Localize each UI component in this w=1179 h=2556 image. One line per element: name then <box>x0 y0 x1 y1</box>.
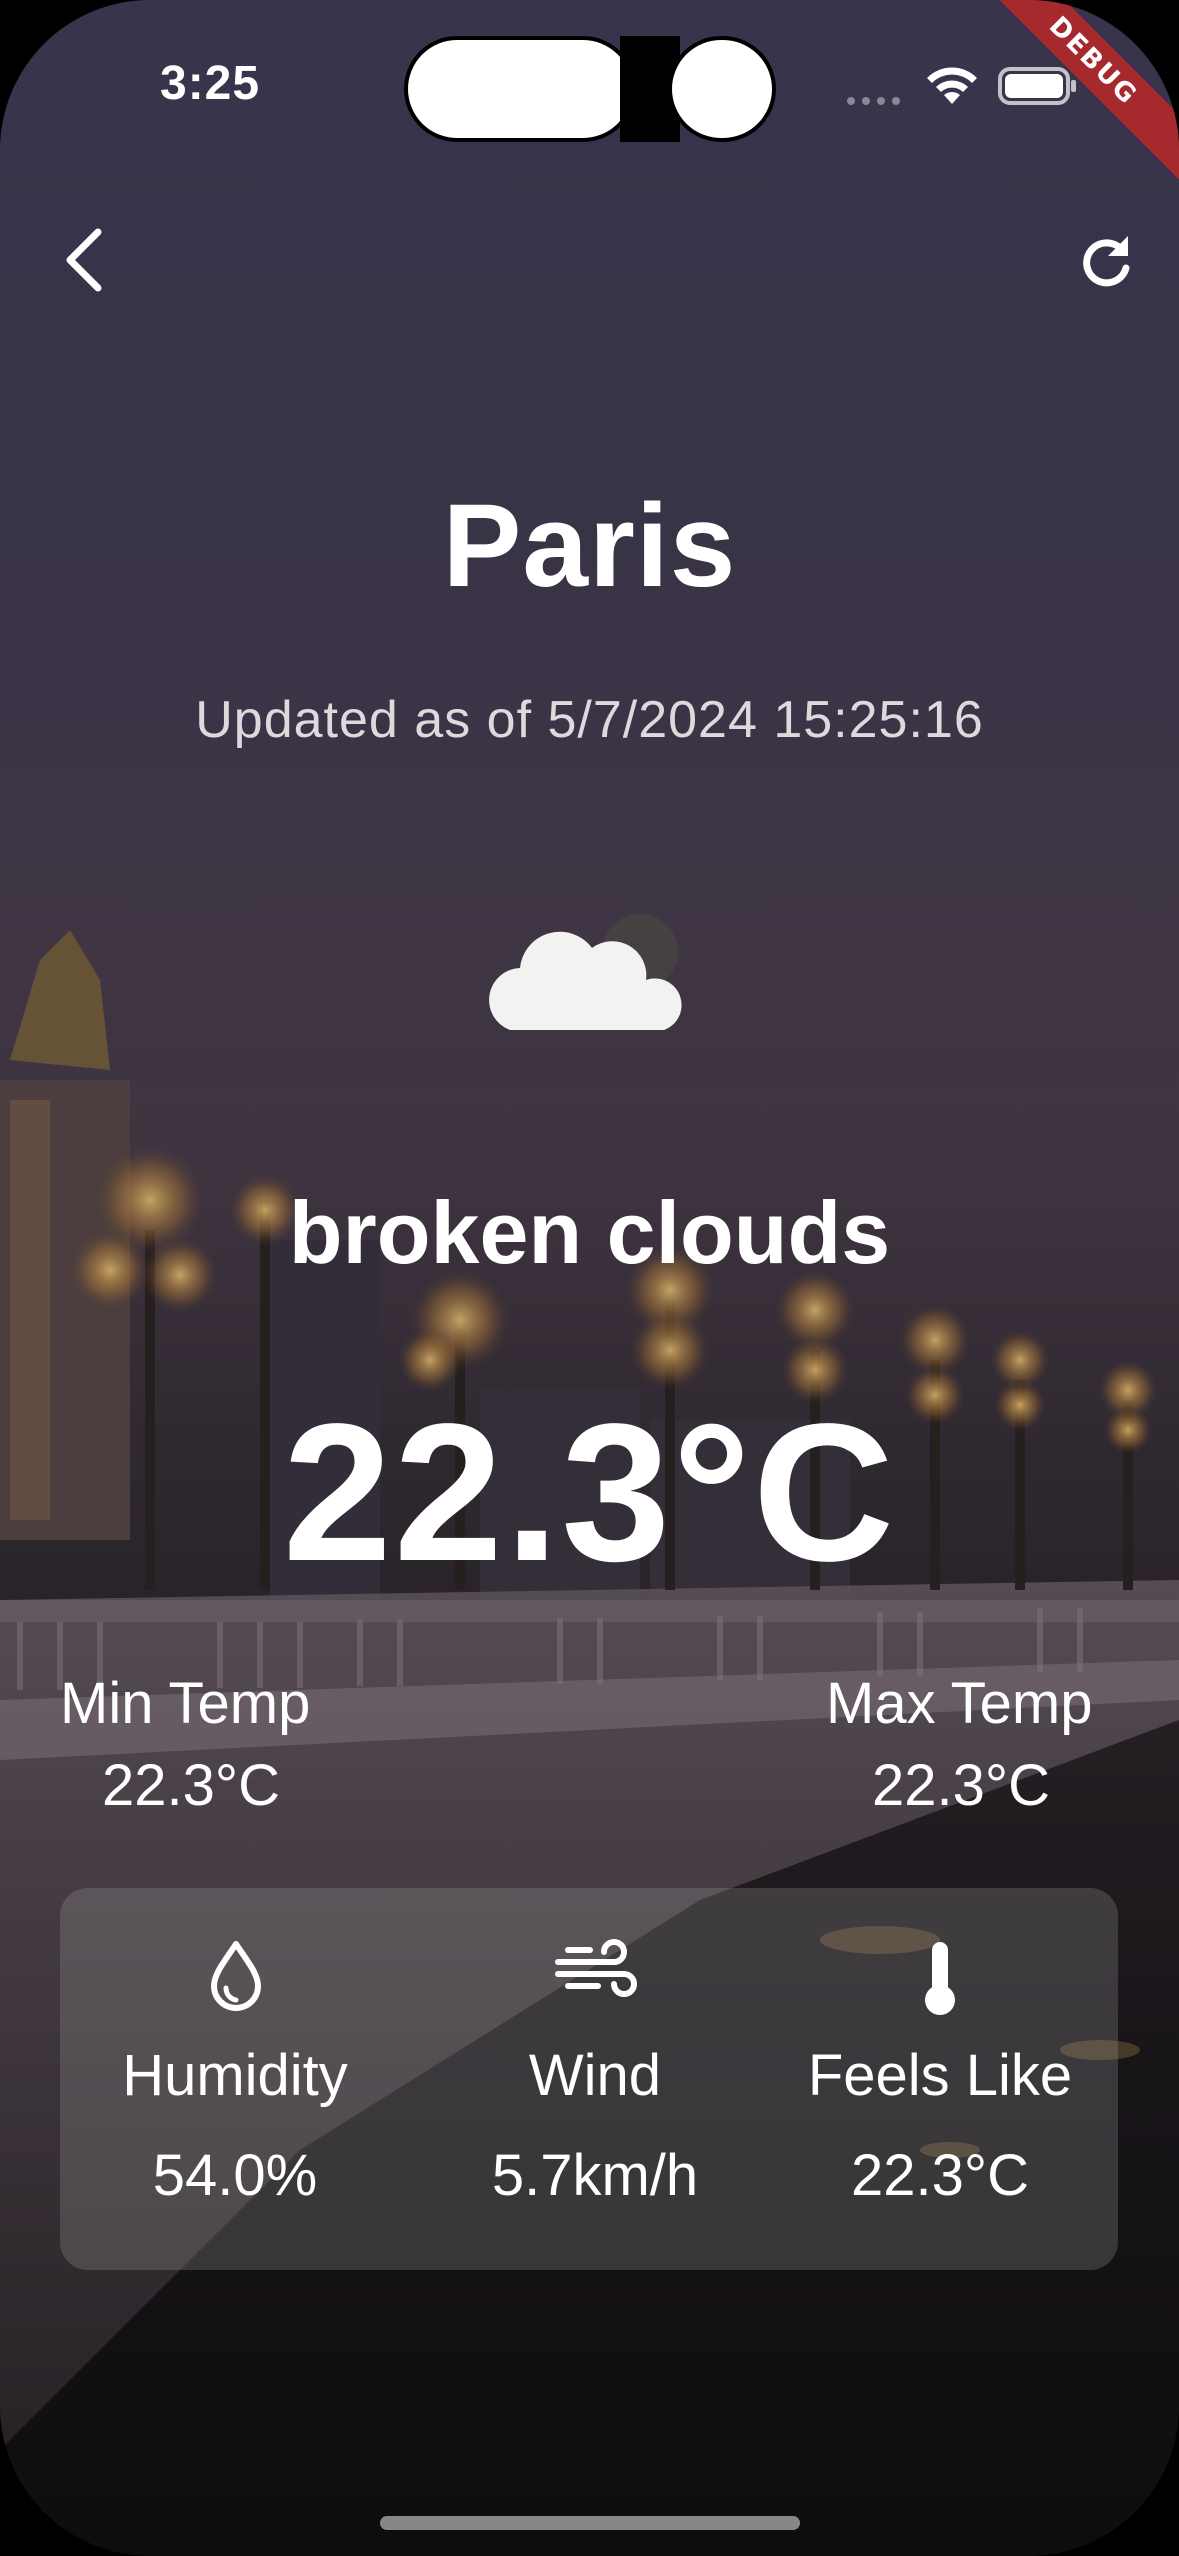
camera-cutout <box>668 36 776 142</box>
min-temp-label: Min Temp <box>60 1671 311 1736</box>
weather-condition: broken clouds <box>288 1183 891 1282</box>
humidity-detail: Humidity 54.0% <box>80 1888 390 2270</box>
current-temperature: 22.3°C <box>282 1383 897 1602</box>
refresh-icon[interactable] <box>1076 228 1136 292</box>
water-drop-icon <box>211 1941 261 2011</box>
wind-icon <box>555 1939 637 1997</box>
home-indicator[interactable] <box>380 2516 800 2530</box>
max-temp-value: 22.3°C <box>872 1753 1050 1818</box>
max-temp-label: Max Temp <box>826 1671 1093 1736</box>
wind-label: Wind <box>528 2043 662 2108</box>
wifi-icon <box>927 67 977 104</box>
wind-detail: Wind 5.7km/h <box>440 1888 750 2270</box>
wind-value: 5.7km/h <box>491 2143 699 2208</box>
back-button[interactable] <box>56 222 116 298</box>
status-time: 3:25 <box>160 57 261 110</box>
cloud-icon <box>489 914 682 1030</box>
cellular-signal-icon <box>847 97 900 105</box>
weather-details-card: Humidity 54.0% Wind 5.7km/h Feels Like 2… <box>60 1888 1118 2270</box>
updated-timestamp: Updated as of 5/7/2024 15:25:16 <box>195 691 984 749</box>
battery-icon <box>998 67 1076 105</box>
humidity-value: 54.0% <box>152 2143 318 2208</box>
dynamic-island <box>404 36 636 142</box>
feels-like-detail: Feels Like 22.3°C <box>780 1888 1100 2270</box>
thermometer-icon <box>925 1942 955 2015</box>
humidity-label: Humidity <box>122 2043 348 2108</box>
weather-screen: 3:25 DEBUG Paris Updated as of 5/7/2024 … <box>0 0 1179 2556</box>
feels-like-value: 22.3°C <box>851 2143 1029 2208</box>
min-temp-value: 22.3°C <box>102 1753 280 1818</box>
city-name: Paris <box>442 480 737 612</box>
feels-like-label: Feels Like <box>807 2043 1073 2108</box>
